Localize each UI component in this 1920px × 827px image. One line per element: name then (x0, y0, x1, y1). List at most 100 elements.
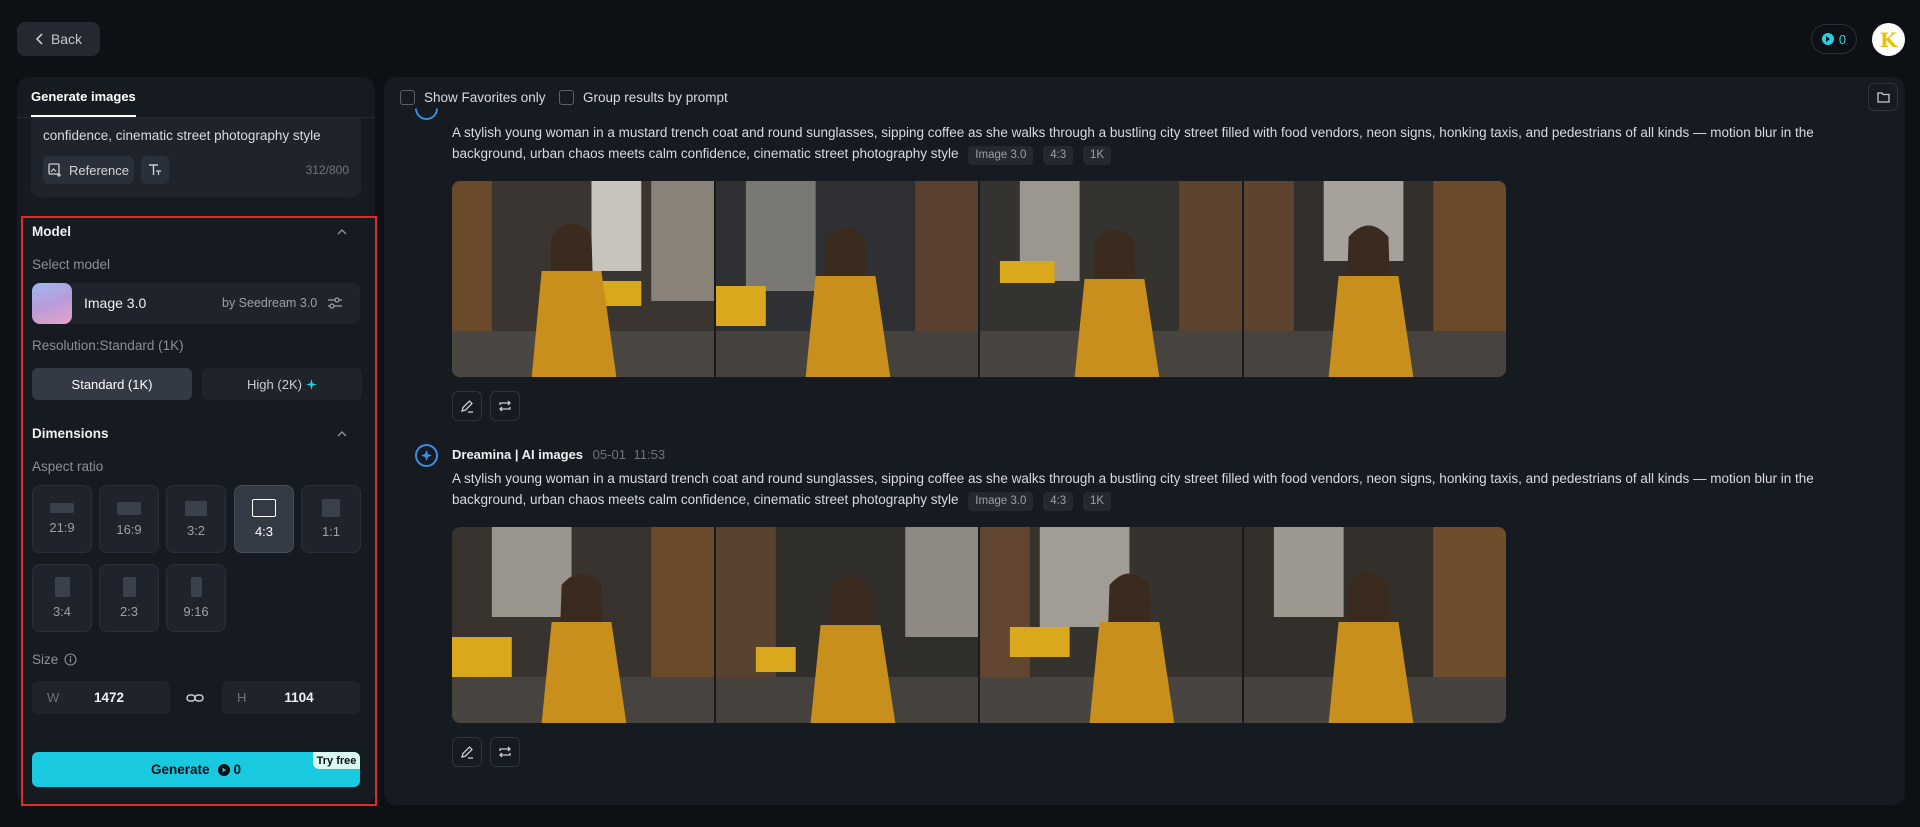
regenerate-button[interactable] (490, 391, 520, 421)
result-prompt: A stylish young woman in a mustard trenc… (452, 469, 1877, 511)
sparkle-icon (305, 378, 317, 390)
ratio-16-9-icon (117, 501, 141, 515)
aspect-9-16-button[interactable]: 9:16 (166, 564, 226, 632)
aspect-ratio-label-1-1: 1:1 (321, 524, 341, 539)
link-icon[interactable] (186, 689, 204, 707)
size-label: Size (32, 652, 59, 667)
height-value[interactable]: 1104 (222, 690, 360, 705)
prompt-text[interactable]: confidence, cinematic street photography… (43, 126, 343, 145)
model-selector[interactable]: Image 3.0 by Seedream 3.0 (32, 283, 360, 324)
credits-badge[interactable]: 0 (1811, 24, 1857, 54)
generated-image[interactable] (452, 527, 714, 723)
ratio-9-16-icon (190, 577, 202, 597)
aspect-ratio-label-3-2: 3:2 (186, 522, 206, 538)
width-value[interactable]: 1472 (32, 690, 170, 705)
aspect-2-3-button[interactable]: 2:3 (99, 564, 159, 632)
result-prompt-text: A stylish young woman in a mustard trenc… (452, 471, 1814, 507)
model-provider: by Seedream 3.0 (222, 296, 318, 310)
result-prompt: A stylish young woman in a mustard trenc… (452, 123, 1877, 165)
size-label-row: Size (32, 652, 77, 667)
checkbox[interactable] (559, 90, 574, 105)
edit-button[interactable] (452, 391, 482, 421)
prompt-box[interactable]: confidence, cinematic street photography… (31, 118, 361, 197)
aspect-ratio-label-4-3: 4:3 (254, 524, 274, 539)
generated-image[interactable] (980, 181, 1242, 377)
model-section-title[interactable]: Model (32, 224, 71, 239)
credits-count: 0 (1838, 31, 1847, 47)
generate-label: Generate (150, 762, 210, 777)
generate-button[interactable]: Generate 0 (32, 752, 360, 787)
model-tag: Image 3.0 (968, 145, 1034, 165)
resolution-standard-button[interactable]: Standard (1K) (32, 368, 192, 400)
resolution-standard-label: Standard (1K) (71, 376, 153, 392)
tab-generate-images[interactable]: Generate images (31, 89, 136, 104)
pencil-icon (460, 745, 474, 759)
credit-icon (1821, 33, 1834, 45)
aspect-ratio-label-2-3: 2:3 (119, 604, 139, 619)
image-add-icon (48, 163, 62, 177)
aspect-16-9-button[interactable]: 16:9 (99, 485, 159, 553)
generated-image[interactable] (452, 181, 714, 377)
resolution-tag: 1K (1082, 145, 1112, 165)
ratio-4-3-icon (252, 499, 276, 517)
group-by-prompt-checkbox[interactable]: Group results by prompt (559, 90, 728, 105)
ratio-tag: 4:3 (1043, 491, 1074, 511)
text-format-button[interactable] (141, 156, 169, 184)
height-field[interactable]: H 1104 (222, 681, 360, 714)
aspect-ratio-label-9-16: 9:16 (183, 604, 209, 619)
result-date: 05-01 (592, 447, 626, 462)
model-tag: Image 3.0 (968, 491, 1034, 511)
result-images (452, 181, 1506, 377)
model-name: Image 3.0 (84, 295, 147, 311)
show-favorites-checkbox[interactable]: Show Favorites only (400, 90, 546, 105)
ratio-tag: 4:3 (1043, 145, 1074, 165)
ratio-3-4-icon (54, 577, 70, 597)
generated-image[interactable] (1244, 181, 1506, 377)
aspect-3-2-button[interactable]: 3:2 (166, 485, 226, 553)
checkbox[interactable] (400, 90, 415, 105)
ratio-2-3-icon (122, 577, 136, 597)
show-favorites-label: Show Favorites only (424, 90, 546, 105)
pencil-icon (460, 399, 474, 413)
avatar[interactable]: K (1872, 23, 1905, 56)
result-images (452, 527, 1506, 723)
group-by-prompt-label: Group results by prompt (583, 90, 728, 105)
credit-icon (217, 763, 230, 776)
generated-image[interactable] (1244, 527, 1506, 723)
folder-button[interactable] (1868, 83, 1898, 111)
results-panel: Show Favorites only Group results by pro… (384, 77, 1905, 805)
edit-button[interactable] (452, 737, 482, 767)
generated-image[interactable] (716, 527, 978, 723)
generate-cost: 0 (217, 762, 242, 777)
back-button[interactable]: Back (17, 22, 100, 56)
back-label: Back (50, 31, 83, 47)
generated-image[interactable] (716, 181, 978, 377)
ratio-3-2-icon (185, 500, 207, 516)
sliders-icon[interactable] (327, 295, 343, 311)
result-author: Dreamina | AI images (452, 447, 584, 462)
width-field[interactable]: W 1472 (32, 681, 170, 714)
resolution-label: Resolution:Standard (1K) (32, 338, 184, 353)
dimensions-section-title[interactable]: Dimensions (32, 426, 109, 441)
aspect-ratio-label-3-4: 3:4 (52, 604, 72, 619)
aspect-ratio-label-16-9: 16:9 (116, 521, 142, 537)
regenerate-button[interactable] (490, 737, 520, 767)
aspect-3-4-button[interactable]: 3:4 (32, 564, 92, 632)
reference-button[interactable]: Reference (43, 156, 134, 184)
chevron-up-icon[interactable] (336, 428, 348, 440)
aspect-4-3-button[interactable]: 4:3 (234, 485, 294, 553)
char-count: 312/800 (305, 163, 349, 177)
resolution-high-label: High (2K) (247, 376, 302, 392)
info-icon[interactable] (64, 653, 77, 666)
aspect-1-1-button[interactable]: 1:1 (301, 485, 361, 553)
chevron-up-icon[interactable] (336, 226, 348, 238)
resolution-high-button[interactable]: High (2K) (202, 368, 362, 400)
resolution-tag: 1K (1082, 491, 1112, 511)
folder-icon (1876, 91, 1890, 103)
repeat-icon (498, 745, 512, 759)
model-thumbnail (32, 283, 72, 324)
generate-cost-value: 0 (233, 762, 242, 777)
generated-image[interactable] (980, 527, 1242, 723)
aspect-21-9-button[interactable]: 21:9 (32, 485, 92, 553)
aspect-ratio-label: Aspect ratio (32, 459, 104, 474)
